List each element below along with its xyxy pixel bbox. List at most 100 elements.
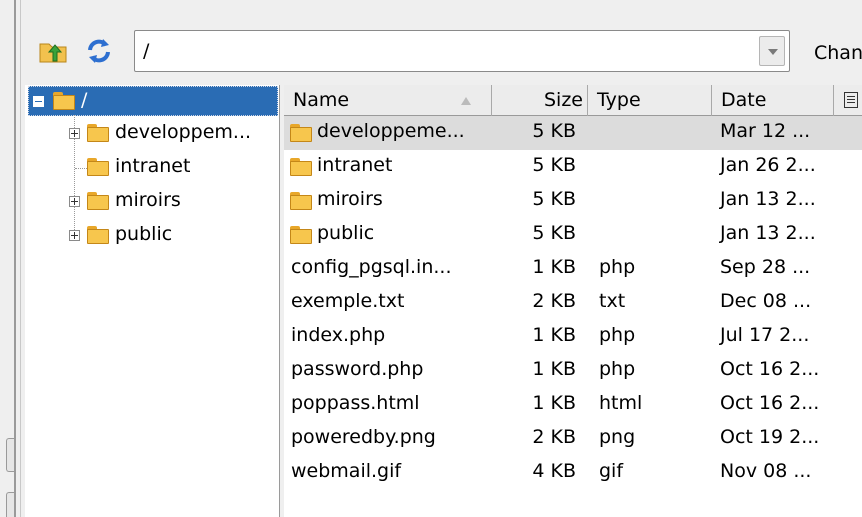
- tree-guide-line: [75, 168, 87, 169]
- file-size: 1 KB: [532, 392, 576, 414]
- file-row[interactable]: config_pgsql.in... 1 KB php Sep 28 ...: [284, 252, 862, 286]
- file-row[interactable]: poweredby.png 2 KB png Oct 19 2...: [284, 422, 862, 456]
- file-date: Jan 13 2...: [720, 222, 816, 244]
- folder-icon: [290, 226, 312, 244]
- file-date: Jan 26 2...: [720, 154, 816, 176]
- folder-icon: [87, 192, 109, 210]
- file-row[interactable]: intranet 5 KB Jan 26 2...: [284, 150, 862, 184]
- column-chooser-icon[interactable]: [844, 92, 858, 108]
- list-header: Name Size Type Date: [284, 85, 862, 116]
- open-folder-icon: [53, 92, 75, 110]
- file-name: poweredby.png: [291, 426, 436, 448]
- folder-icon: [87, 124, 109, 142]
- file-size: 1 KB: [532, 324, 576, 346]
- file-row[interactable]: index.php 1 KB php Jul 17 2...: [284, 320, 862, 354]
- file-name: password.php: [291, 358, 424, 380]
- file-size: 2 KB: [532, 290, 576, 312]
- column-header-date[interactable]: Date: [712, 85, 834, 116]
- tree-root-item[interactable]: /: [28, 86, 278, 116]
- file-size: 5 KB: [532, 188, 576, 210]
- file-size: 1 KB: [532, 358, 576, 380]
- sort-ascending-icon: [461, 97, 471, 105]
- column-header-name[interactable]: Name: [284, 85, 492, 116]
- tree-item-miroirs[interactable]: miroirs: [25, 187, 280, 217]
- window-left-edge: [14, 0, 16, 517]
- file-date: Jul 17 2...: [720, 324, 810, 346]
- file-size: 5 KB: [532, 222, 576, 244]
- tree-item-label: public: [115, 223, 173, 245]
- file-type: html: [599, 392, 643, 414]
- file-date: Oct 16 2...: [720, 358, 820, 380]
- tree-item-label: miroirs: [115, 189, 181, 211]
- file-name: poppass.html: [291, 392, 420, 414]
- file-row[interactable]: developpeme... 5 KB Mar 12 ...: [284, 116, 862, 150]
- file-date: Dec 08 ...: [720, 290, 812, 312]
- tree-item-public[interactable]: public: [25, 221, 280, 251]
- expand-icon[interactable]: [69, 230, 80, 241]
- file-date: Jan 13 2...: [720, 188, 816, 210]
- path-dropdown-button[interactable]: [759, 36, 785, 66]
- file-rows: developpeme... 5 KB Mar 12 ... intranet 5 KB…: [284, 116, 862, 490]
- column-header-size[interactable]: Size: [492, 85, 588, 116]
- change-button-label: Chang: [814, 42, 862, 64]
- file-list[interactable]: Name Size Type Date developpeme... 5 KB Ma…: [284, 85, 862, 517]
- file-name: config_pgsql.in...: [291, 256, 452, 278]
- file-type: gif: [599, 460, 624, 482]
- file-row[interactable]: webmail.gif 4 KB gif Nov 08 ...: [284, 456, 862, 490]
- file-date: Oct 19 2...: [720, 426, 820, 448]
- folder-tree[interactable]: / developpem... intranet miroirs public: [25, 85, 280, 517]
- window-edge-handle: [6, 492, 14, 517]
- refresh-icon[interactable]: [84, 36, 114, 66]
- file-date: Sep 28 ...: [720, 256, 811, 278]
- tree-root-label: /: [81, 89, 88, 111]
- folder-icon: [87, 158, 109, 176]
- window-left-edge-inner: [20, 0, 21, 517]
- file-size: 5 KB: [532, 154, 576, 176]
- tree-item-label: intranet: [115, 155, 191, 177]
- file-row[interactable]: poppass.html 1 KB html Oct 16 2...: [284, 388, 862, 422]
- file-size: 2 KB: [532, 426, 576, 448]
- column-header-date-label: Date: [721, 89, 767, 111]
- file-row[interactable]: exemple.txt 2 KB txt Dec 08 ...: [284, 286, 862, 320]
- path-input-value: /: [143, 40, 150, 62]
- file-row[interactable]: miroirs 5 KB Jan 13 2...: [284, 184, 862, 218]
- collapse-icon[interactable]: [33, 96, 44, 107]
- file-row[interactable]: public 5 KB Jan 13 2...: [284, 218, 862, 252]
- parent-folder-icon[interactable]: [38, 36, 68, 66]
- file-size: 1 KB: [532, 256, 576, 278]
- file-type: txt: [599, 290, 626, 312]
- column-header-type[interactable]: Type: [588, 85, 712, 116]
- file-type: png: [599, 426, 636, 448]
- file-name: developpeme...: [317, 120, 465, 142]
- column-header-name-label: Name: [293, 89, 350, 111]
- change-button[interactable]: Change: [814, 42, 862, 64]
- file-name: miroirs: [317, 188, 383, 210]
- expand-icon[interactable]: [69, 196, 80, 207]
- file-name: public: [317, 222, 375, 244]
- file-date: Nov 08 ...: [720, 460, 812, 482]
- file-name: intranet: [317, 154, 393, 176]
- file-date: Mar 12 ...: [720, 120, 811, 142]
- file-size: 4 KB: [532, 460, 576, 482]
- file-size: 5 KB: [532, 120, 576, 142]
- file-type: php: [599, 358, 636, 380]
- file-name: exemple.txt: [291, 290, 405, 312]
- toolbar: / Change: [22, 26, 862, 76]
- file-row[interactable]: password.php 1 KB php Oct 16 2...: [284, 354, 862, 388]
- folder-icon: [87, 226, 109, 244]
- file-type: php: [599, 256, 636, 278]
- file-name: webmail.gif: [291, 460, 402, 482]
- window-edge-handle: [6, 438, 14, 472]
- folder-icon: [290, 124, 312, 142]
- column-header-type-label: Type: [597, 89, 641, 111]
- folder-icon: [290, 192, 312, 210]
- file-date: Oct 16 2...: [720, 392, 820, 414]
- tree-item-developpement[interactable]: developpem...: [25, 119, 280, 149]
- expand-icon[interactable]: [69, 128, 80, 139]
- tree-item-label: developpem...: [115, 121, 252, 143]
- path-input[interactable]: /: [134, 30, 790, 72]
- file-type: php: [599, 324, 636, 346]
- folder-icon: [290, 158, 312, 176]
- file-name: index.php: [291, 324, 386, 346]
- tree-item-intranet[interactable]: intranet: [25, 153, 280, 183]
